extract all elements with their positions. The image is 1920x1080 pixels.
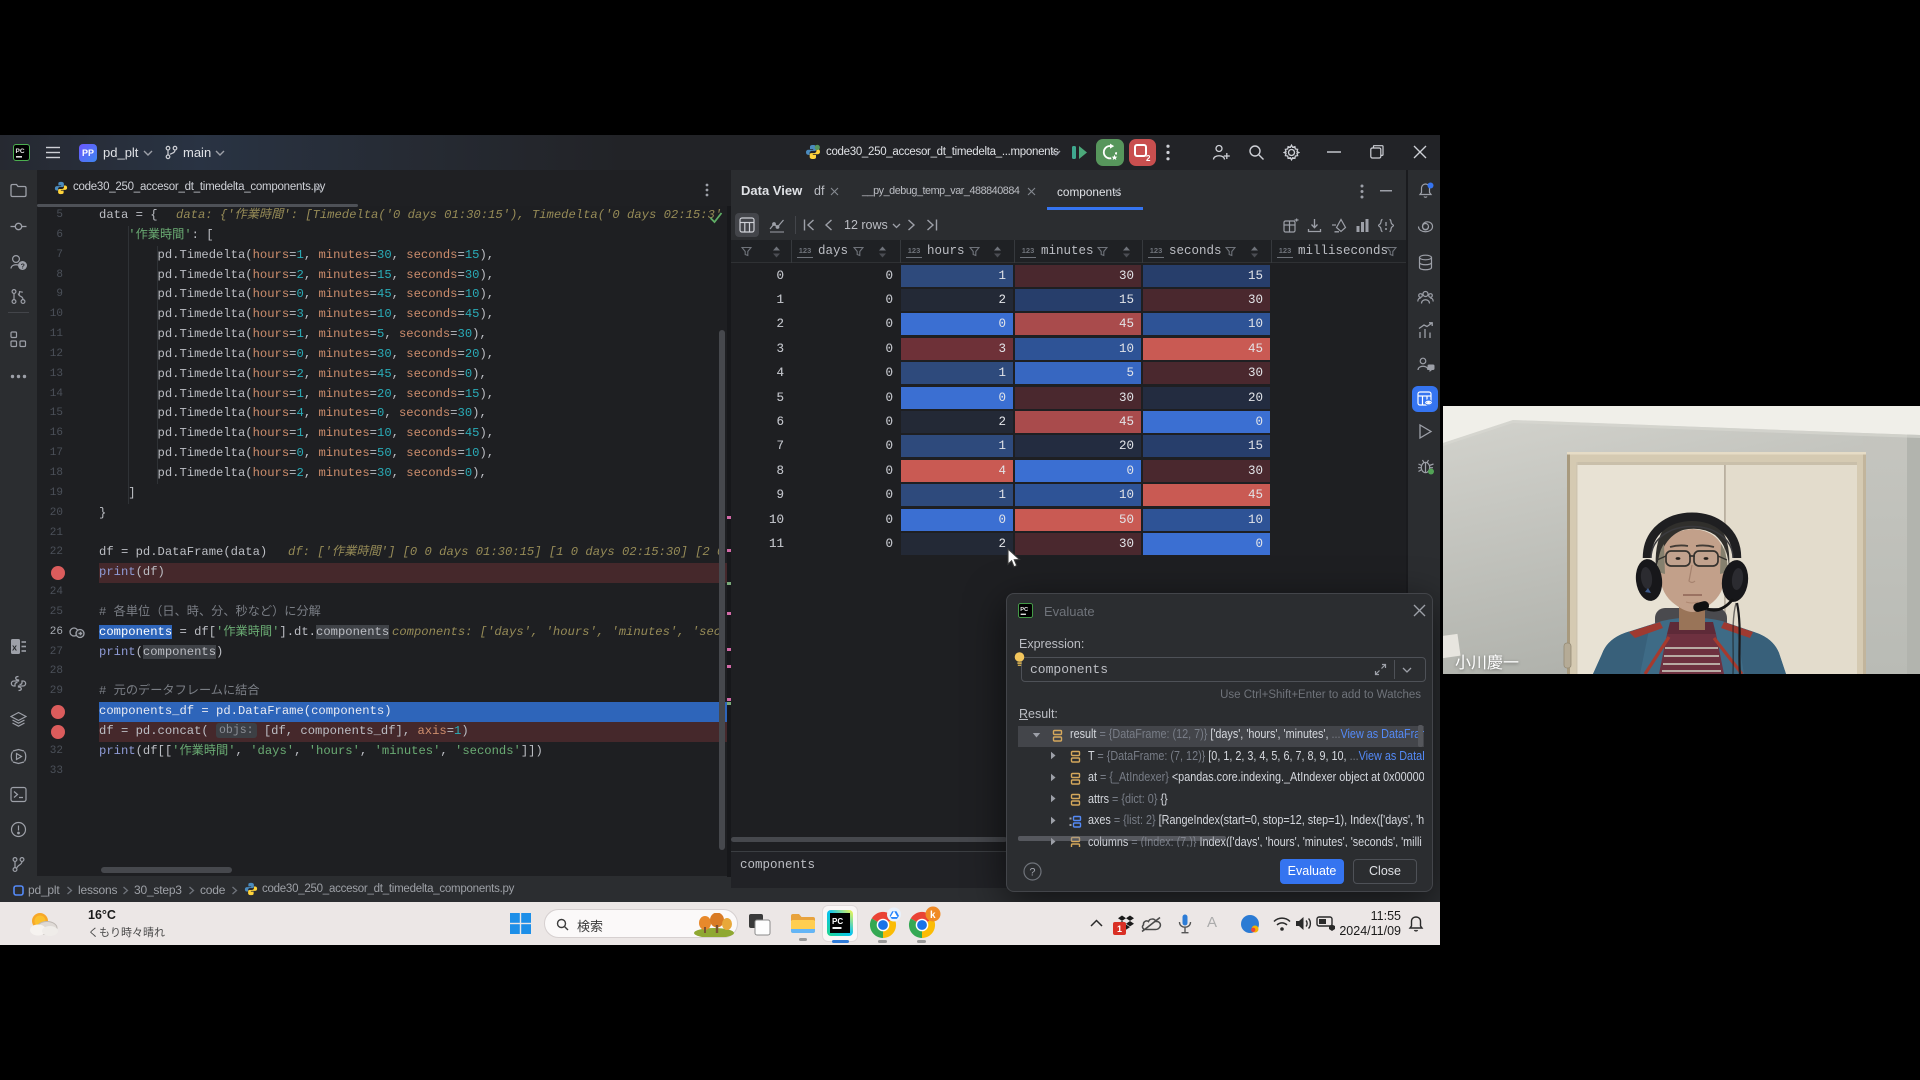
svg-text:?: ? — [21, 264, 25, 271]
svg-text:1: 1 — [1117, 924, 1122, 934]
svg-text:PC: PC — [832, 917, 843, 926]
svg-text:PC: PC — [1020, 607, 1028, 613]
svg-text:2: 2 — [1146, 154, 1151, 161]
svg-text:?: ? — [1029, 867, 1035, 879]
svg-text:PC: PC — [16, 148, 25, 155]
svg-text:k: k — [930, 910, 936, 921]
svg-text:x: x — [12, 643, 17, 653]
